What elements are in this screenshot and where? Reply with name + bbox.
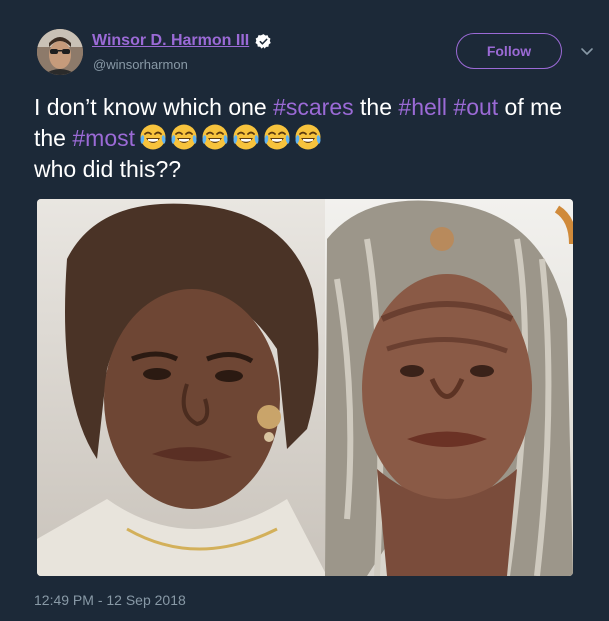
tweet-photo[interactable] [37,199,573,576]
follow-button[interactable]: Follow [456,33,562,69]
tweet-card: Winsor D. Harmon III @winsorharmon Follo… [0,0,609,621]
tweet-text-part: I don’t know which one [34,94,274,120]
hashtag-out[interactable]: #out [453,94,498,120]
author-name-text[interactable]: Winsor D. Harmon III [92,32,249,50]
tweet-text: I don’t know which one #scares the #hell… [34,92,594,185]
author-name[interactable]: Winsor D. Harmon III [92,31,272,51]
chevron-down-icon[interactable] [579,43,595,59]
tweet-photo-image [37,199,573,576]
face-with-tears-of-joy-icon [263,123,291,151]
face-with-tears-of-joy-icon [232,123,260,151]
face-with-tears-of-joy-icon [139,123,167,151]
avatar[interactable] [37,29,83,75]
face-with-tears-of-joy-icon [294,123,322,151]
verified-badge-icon [255,33,271,49]
tweet-text-part: the [353,94,399,120]
author-handle[interactable]: @winsorharmon [93,57,188,72]
timestamp[interactable]: 12:49 PM - 12 Sep 2018 [34,592,186,608]
emoji-group [139,123,322,151]
face-with-tears-of-joy-icon [170,123,198,151]
hashtag-most[interactable]: #most [72,125,135,151]
face-with-tears-of-joy-icon [201,123,229,151]
hashtag-hell[interactable]: #hell [398,94,447,120]
hashtag-scares[interactable]: #scares [273,94,354,120]
tweet-text-last-line: who did this?? [34,156,182,182]
